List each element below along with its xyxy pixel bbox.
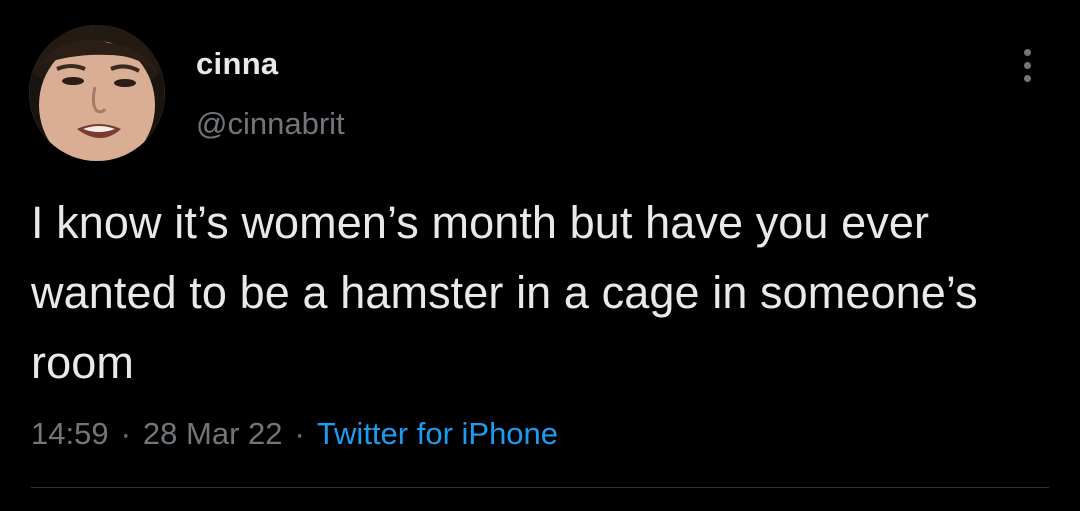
tweet-metadata: 14:59 · 28 Mar 22 · Twitter for iPhone	[31, 412, 558, 456]
divider	[31, 487, 1049, 488]
separator: ·	[120, 416, 131, 451]
tweet-card: cinna @cinnabrit I know it’s women’s mon…	[0, 0, 1080, 511]
separator: ·	[294, 416, 305, 451]
tweet-date[interactable]: 28 Mar 22	[143, 416, 283, 451]
tweet-time[interactable]: 14:59	[31, 416, 109, 451]
more-vertical-icon	[1023, 48, 1031, 56]
user-handle[interactable]: @cinnabrit	[196, 104, 345, 144]
avatar[interactable]	[29, 25, 165, 161]
more-vertical-icon	[1023, 74, 1031, 82]
more-vertical-icon	[1023, 61, 1031, 69]
avatar-image	[29, 25, 165, 161]
tweet-source-link[interactable]: Twitter for iPhone	[317, 416, 558, 451]
more-options-button[interactable]	[1010, 40, 1044, 90]
display-name[interactable]: cinna	[196, 44, 278, 84]
tweet-text: I know it’s women’s month but have you e…	[31, 197, 978, 388]
